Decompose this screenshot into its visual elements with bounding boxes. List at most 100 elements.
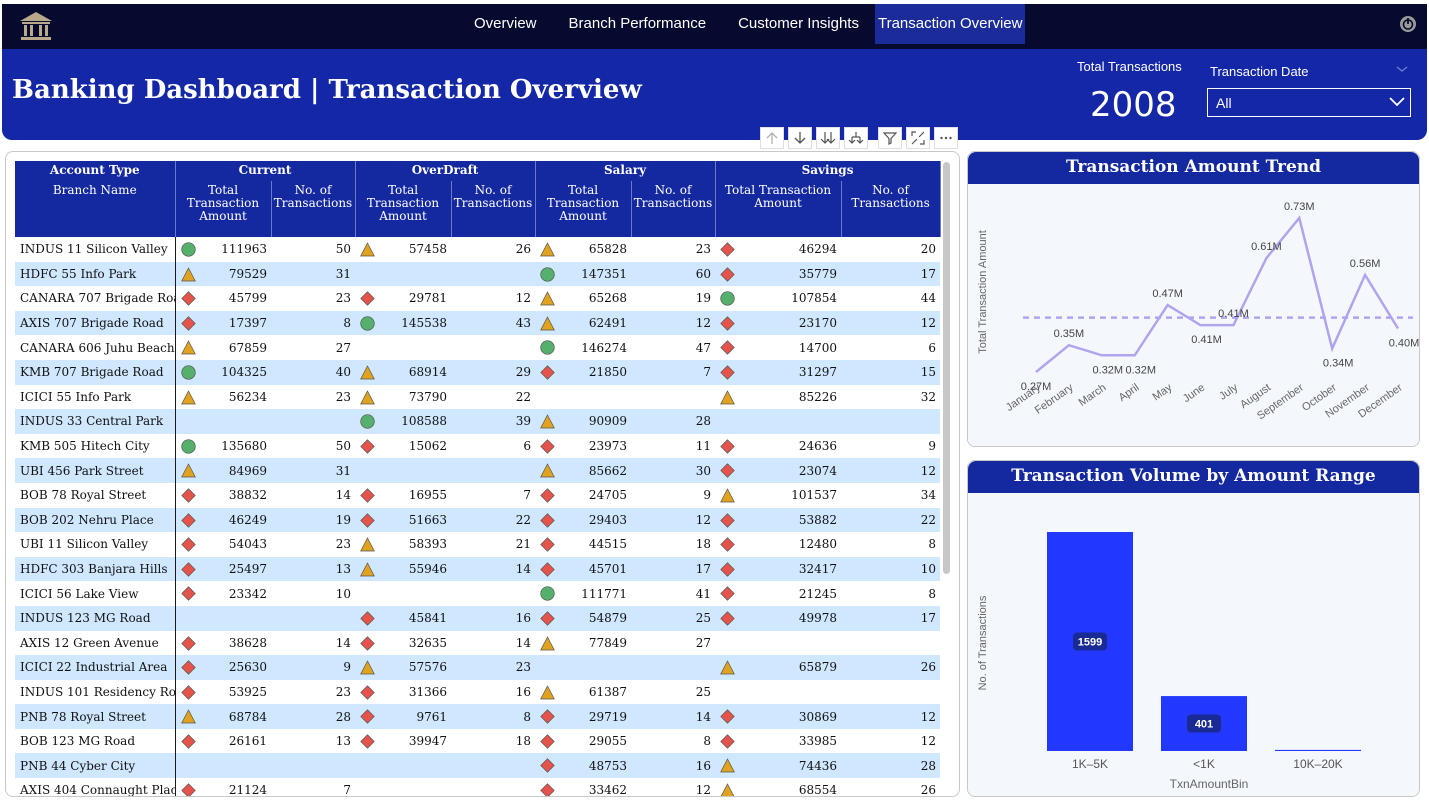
count-cell: 27 bbox=[335, 340, 352, 355]
bank-icon[interactable] bbox=[18, 10, 54, 42]
triangle-kpi-icon bbox=[360, 242, 375, 257]
table-row[interactable]: BOB 123 MG Road 26161 13 39947 18 29055 8 33985… bbox=[15, 728, 940, 754]
chevron-down-icon[interactable] bbox=[1396, 64, 1408, 74]
branch-name-cell: UBI 11 Silicon Valley bbox=[15, 532, 176, 557]
table-row[interactable]: UBI 456 Park Street 84969 31 85662 30 23074 12 bbox=[15, 458, 941, 483]
column-header[interactable]: Total Transaction Amount bbox=[175, 181, 272, 237]
branch-name-header[interactable]: Branch Name bbox=[15, 181, 176, 237]
power-icon[interactable] bbox=[1399, 15, 1417, 33]
group-header-savings[interactable]: Savings bbox=[715, 161, 941, 181]
table-row[interactable]: UBI 11 Silicon Valley 54043 23 58393 21 44515… bbox=[15, 532, 940, 557]
branch-name-cell: INDUS 101 Residency Road bbox=[15, 679, 176, 705]
drill-up-button[interactable] bbox=[760, 127, 784, 149]
tab-branch-performance[interactable]: Branch Performance bbox=[553, 4, 723, 44]
bar[interactable] bbox=[1275, 749, 1361, 751]
column-header[interactable]: Total Transaction Amount bbox=[715, 181, 842, 237]
trend-point[interactable] bbox=[1165, 302, 1171, 308]
amount-cell: 38832 bbox=[175, 483, 271, 508]
count-cell: 22 bbox=[515, 389, 532, 404]
date-slicer-dropdown[interactable]: All bbox=[1207, 88, 1411, 117]
trend-point[interactable] bbox=[1099, 352, 1105, 358]
account-type-header[interactable]: Account Type bbox=[15, 161, 176, 181]
table-row[interactable]: ICICI 56 Lake View 23342 10 111771 41 21245 8 bbox=[15, 581, 940, 606]
table-row[interactable]: BOB 202 Nehru Place 46249 19 51663 22 29403 12… bbox=[15, 507, 941, 533]
trend-point[interactable] bbox=[1329, 346, 1335, 352]
table-row[interactable]: KMB 707 Brigade Road 104325 40 68914 29 21850… bbox=[15, 359, 941, 385]
amount-cell: 39947 bbox=[355, 729, 451, 754]
drill-down-button[interactable] bbox=[788, 127, 812, 149]
table-row[interactable]: PNB 78 Royal Street 68784 28 9761 8 29719 14 30… bbox=[15, 704, 941, 729]
amount-value: 135680 bbox=[221, 439, 267, 454]
table-row[interactable]: AXIS 707 Brigade Road 17397 8 145538 43 62491… bbox=[15, 310, 941, 336]
trend-point[interactable] bbox=[1198, 322, 1204, 328]
table-row[interactable]: PNB 44 Cyber City 48753 16 74436 28 bbox=[15, 753, 941, 779]
transaction-matrix: Account Type Current OverDraft Salary Sa… bbox=[15, 161, 941, 796]
table-row[interactable]: BOB 78 Royal Street 38832 14 16955 7 24705 9 10… bbox=[15, 482, 940, 508]
amount-cell: 101537 bbox=[715, 483, 841, 508]
amount-value: 54879 bbox=[588, 611, 628, 626]
tab-overview[interactable]: Overview bbox=[458, 4, 553, 44]
amount-value: 67859 bbox=[228, 340, 267, 355]
kpi-label: Total Transactions bbox=[1077, 59, 1182, 74]
diamond-kpi-icon bbox=[360, 611, 375, 626]
table-row[interactable]: INDUS 101 Residency Road 53925 23 31366 16 61… bbox=[15, 679, 940, 705]
vertical-scrollbar[interactable] bbox=[943, 162, 950, 574]
amount-cell: 32635 bbox=[355, 631, 451, 656]
table-row[interactable]: AXIS 12 Green Avenue 38628 14 32635 14 77849 2… bbox=[15, 630, 940, 656]
column-header[interactable]: No. of Transactions bbox=[841, 181, 941, 237]
diamond-kpi-icon bbox=[180, 684, 196, 700]
trend-point[interactable] bbox=[1066, 342, 1072, 348]
group-header-current[interactable]: Current bbox=[175, 161, 356, 181]
table-row[interactable]: ICICI 22 Industrial Area 25630 9 57576 23 658… bbox=[15, 655, 941, 680]
page-tabs: Overview Branch Performance Customer Ins… bbox=[458, 4, 1026, 44]
table-row[interactable]: KMB 505 Hitech City 135680 50 15062 6 23973 11… bbox=[15, 433, 940, 459]
amount-cell: 61387 bbox=[535, 680, 631, 705]
trend-line-chart[interactable]: Total Transaction Amount0.27MJanuary0.35… bbox=[968, 184, 1420, 446]
table-row[interactable]: CANARA 707 Brigade Road 45799 23 29781 12 652… bbox=[15, 286, 940, 311]
count-cell: 25 bbox=[695, 684, 712, 699]
tab-transaction-overview[interactable]: Transaction Overview bbox=[874, 4, 1026, 44]
amount-range-bar-chart[interactable]: No. of Transactions 1599 1K–5K 401 <1K 10K–20… bbox=[968, 493, 1420, 796]
column-header[interactable]: No. of Transactions bbox=[451, 181, 536, 237]
trend-point[interactable] bbox=[1296, 215, 1302, 221]
filter-button[interactable] bbox=[878, 127, 902, 149]
table-row[interactable]: INDUS 11 Silicon Valley 111963 50 57458 26 65… bbox=[15, 237, 940, 262]
amount-cell: 55946 bbox=[355, 556, 452, 582]
date-slicer-value: All bbox=[1216, 95, 1232, 111]
branch-name-cell: BOB 78 Royal Street bbox=[15, 482, 176, 508]
amount-cell bbox=[355, 581, 451, 606]
diamond-kpi-icon bbox=[720, 512, 735, 528]
expand-hierarchy-button[interactable] bbox=[844, 127, 868, 149]
circle-kpi-icon bbox=[360, 414, 375, 429]
table-row[interactable]: AXIS 404 Connaught Place 21124 7 33462 12 685… bbox=[15, 778, 940, 796]
trend-point[interactable] bbox=[1395, 325, 1401, 331]
count-cell: 7 bbox=[631, 359, 716, 385]
more-options-button[interactable] bbox=[934, 127, 958, 149]
count-cell: 23 bbox=[335, 291, 352, 306]
trend-point[interactable] bbox=[1230, 322, 1236, 328]
column-header[interactable]: Total Transaction Amount bbox=[535, 181, 632, 237]
trend-point[interactable] bbox=[1132, 352, 1138, 358]
focus-mode-button[interactable] bbox=[906, 127, 930, 149]
table-row[interactable]: CANARA 606 Juhu Beach 67859 27 146274 47 1470… bbox=[15, 335, 940, 360]
count-cell: 50 bbox=[335, 439, 352, 454]
column-header[interactable]: Total Transaction Amount bbox=[355, 181, 452, 237]
table-row[interactable]: HDFC 303 Banjara Hills 25497 13 55946 14 4570… bbox=[15, 556, 941, 582]
table-row[interactable]: ICICI 55 Info Park 56234 23 73790 22 85226 32 bbox=[15, 384, 940, 410]
trend-point[interactable] bbox=[1362, 272, 1368, 278]
table-row[interactable]: INDUS 33 Central Park 108588 39 90909 28 bbox=[15, 409, 941, 434]
table-row[interactable]: HDFC 55 Info Park 79529 31 147351 60 35779 17 bbox=[15, 261, 941, 287]
group-header-overdraft[interactable]: OverDraft bbox=[355, 161, 536, 181]
trend-data-label: 0.47M bbox=[1152, 288, 1183, 300]
table-row[interactable]: INDUS 123 MG Road 45841 16 54879 25 49978 17 bbox=[15, 605, 941, 631]
tab-customer-insights[interactable]: Customer Insights bbox=[722, 4, 875, 44]
amount-cell bbox=[715, 409, 842, 434]
trend-point[interactable] bbox=[1263, 255, 1269, 261]
column-header[interactable]: No. of Transactions bbox=[631, 181, 716, 237]
column-header[interactable]: No. of Transactions bbox=[271, 181, 356, 237]
next-level-button[interactable] bbox=[816, 127, 840, 149]
count-cell: 14 bbox=[631, 704, 716, 729]
trend-point[interactable] bbox=[1033, 369, 1039, 375]
group-header-salary[interactable]: Salary bbox=[535, 161, 716, 181]
arrow-down-icon bbox=[794, 132, 806, 144]
